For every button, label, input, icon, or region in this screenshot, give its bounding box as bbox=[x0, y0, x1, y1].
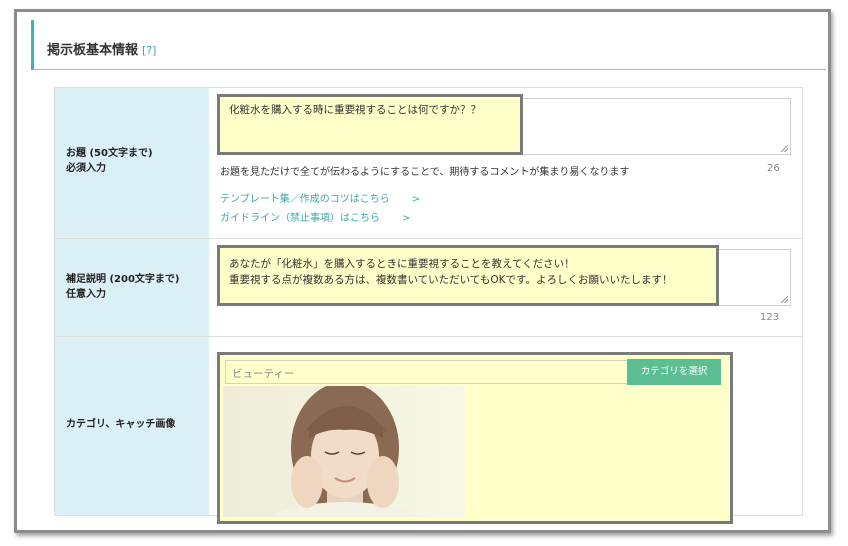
chevron-right-icon: > bbox=[411, 194, 421, 205]
guideline-link[interactable]: ガイドライン（禁止事項）はこちら > bbox=[220, 209, 410, 224]
category-input[interactable]: ビューティー bbox=[225, 360, 628, 384]
resize-handle-icon[interactable] bbox=[781, 296, 788, 303]
row-divider bbox=[209, 336, 803, 337]
category-value[interactable]: ビューティー bbox=[232, 366, 294, 381]
info-table: お題 (50文字まで) 必須入力 化粧水を購入する時に重要視することは何ですか？… bbox=[54, 87, 803, 524]
description-value-line1[interactable]: あなたが「化粧水」を購入するときに重要視することを教えてください！ bbox=[229, 256, 575, 272]
category-label-cell: カテゴリ、キャッチ画像 bbox=[55, 337, 209, 515]
topic-char-count: 26 bbox=[767, 163, 780, 174]
topic-hint: お題を見ただけで全てが伝わるようにすることで、期待するコメントが集まり易くなりま… bbox=[220, 167, 630, 178]
topic-highlight: 化粧水を購入する時に重要視することは何ですか？？ bbox=[217, 94, 523, 155]
description-label: 補足説明 (200文字まで) 任意入力 bbox=[66, 274, 180, 300]
row-divider bbox=[209, 238, 803, 239]
help-link[interactable]: [?] bbox=[142, 44, 156, 57]
resize-handle-icon[interactable] bbox=[781, 145, 788, 152]
description-label-cell: 補足説明 (200文字まで) 任意入力 bbox=[55, 239, 209, 337]
topic-label-cell: お題 (50文字まで) 必須入力 bbox=[55, 88, 209, 239]
description-value-line2[interactable]: 重要視する点が複数ある方は、複数書いていただいてもOKです。よろしくお願いいたし… bbox=[229, 272, 672, 288]
catch-image[interactable] bbox=[223, 386, 465, 517]
woman-portrait-image bbox=[270, 386, 420, 517]
topic-label: お題 (50文字まで) 必須入力 bbox=[66, 148, 153, 174]
section-header: 掲示板基本情報 [?] bbox=[31, 20, 826, 70]
category-label: カテゴリ、キャッチ画像 bbox=[66, 419, 176, 430]
form-panel: 掲示板基本情報 [?] お題 (50文字まで) 必須入力 化粧水を購入する時に重要… bbox=[14, 9, 831, 533]
section-title: 掲示板基本情報 [?] bbox=[47, 43, 157, 58]
topic-value[interactable]: 化粧水を購入する時に重要視することは何ですか？？ bbox=[229, 102, 481, 118]
chevron-right-icon: > bbox=[402, 213, 411, 224]
template-link[interactable]: テンプレート集／作成のコツはこちら > bbox=[220, 190, 420, 205]
description-char-count: 123 bbox=[760, 312, 780, 323]
category-highlight: ビューティー カテゴリを選択 bbox=[217, 352, 733, 524]
description-highlight: あなたが「化粧水」を購入するときに重要視することを教えてください！ 重要視する点… bbox=[217, 245, 719, 306]
select-category-button[interactable]: カテゴリを選択 bbox=[627, 359, 721, 385]
